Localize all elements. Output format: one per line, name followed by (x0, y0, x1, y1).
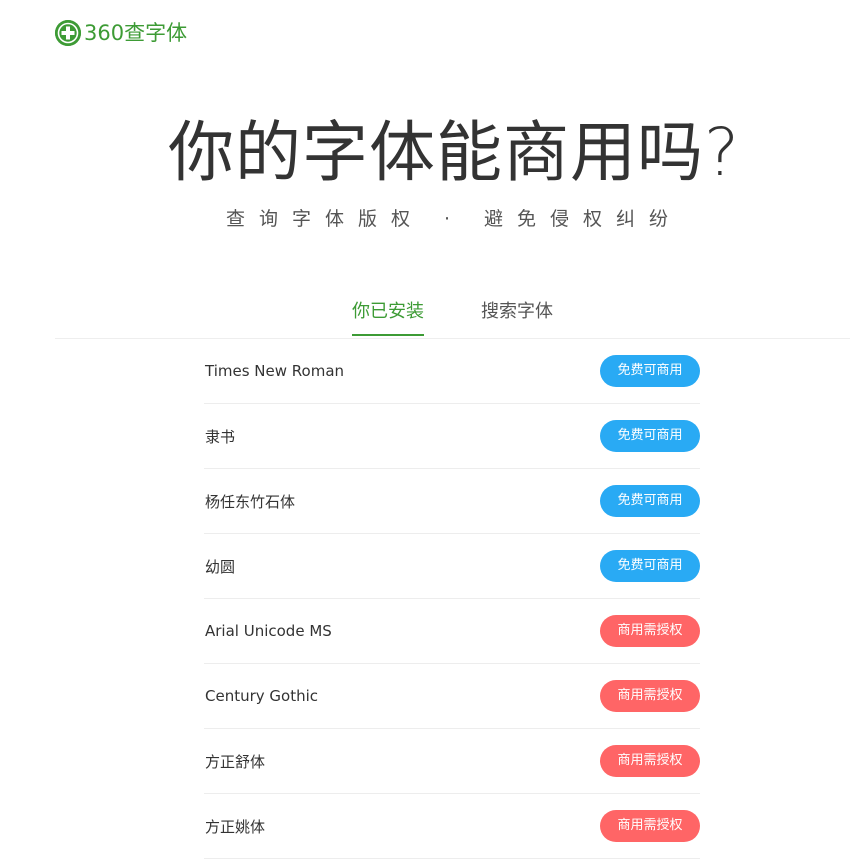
font-name: 杨任东竹石体 (205, 492, 296, 511)
font-name: 隶书 (205, 427, 236, 446)
license-status-badge[interactable]: 商用需授权 (600, 680, 700, 712)
license-status-badge[interactable]: 商用需授权 (600, 615, 700, 647)
font-list: Times New Roman 免费可商用 隶书 免费可商用 杨任东竹石体 免费… (204, 339, 700, 859)
font-row: 杨任东竹石体 免费可商用 (204, 469, 700, 534)
hero-title: 你的字体能商用吗? (167, 114, 741, 191)
license-status-badge[interactable]: 商用需授权 (600, 810, 700, 842)
tab-bar: 你已安装 搜索字体 (352, 296, 553, 336)
font-row: 幼圆 免费可商用 (204, 534, 700, 599)
hero-subtitle: 查询字体版权 · 避免侵权纠纷 (225, 208, 683, 230)
tab-installed[interactable]: 你已安装 (352, 296, 424, 336)
font-name: 方正舒体 (205, 752, 266, 771)
font-row: Arial Unicode MS 商用需授权 (204, 599, 700, 664)
font-name: 幼圆 (205, 557, 236, 576)
font-name: Century Gothic (205, 687, 319, 705)
font-row: 方正舒体 商用需授权 (204, 729, 700, 794)
font-row: 隶书 免费可商用 (204, 404, 700, 469)
font-row: 方正姚体 商用需授权 (204, 794, 700, 859)
font-name: Times New Roman (205, 362, 345, 380)
logo-text: 360查字体 (84, 21, 188, 45)
license-status-badge[interactable]: 免费可商用 (600, 550, 700, 582)
plus-circle-icon (55, 20, 81, 46)
font-name: Arial Unicode MS (205, 622, 332, 640)
license-status-badge[interactable]: 商用需授权 (600, 745, 700, 777)
font-name: 方正姚体 (205, 817, 266, 836)
license-status-badge[interactable]: 免费可商用 (600, 355, 700, 387)
license-status-badge[interactable]: 免费可商用 (600, 485, 700, 517)
tab-search-fonts[interactable]: 搜索字体 (481, 296, 553, 336)
font-row: Century Gothic 商用需授权 (204, 664, 700, 729)
license-status-badge[interactable]: 免费可商用 (600, 420, 700, 452)
font-row: Times New Roman 免费可商用 (204, 339, 700, 404)
site-logo[interactable]: 360查字体 (55, 18, 187, 48)
